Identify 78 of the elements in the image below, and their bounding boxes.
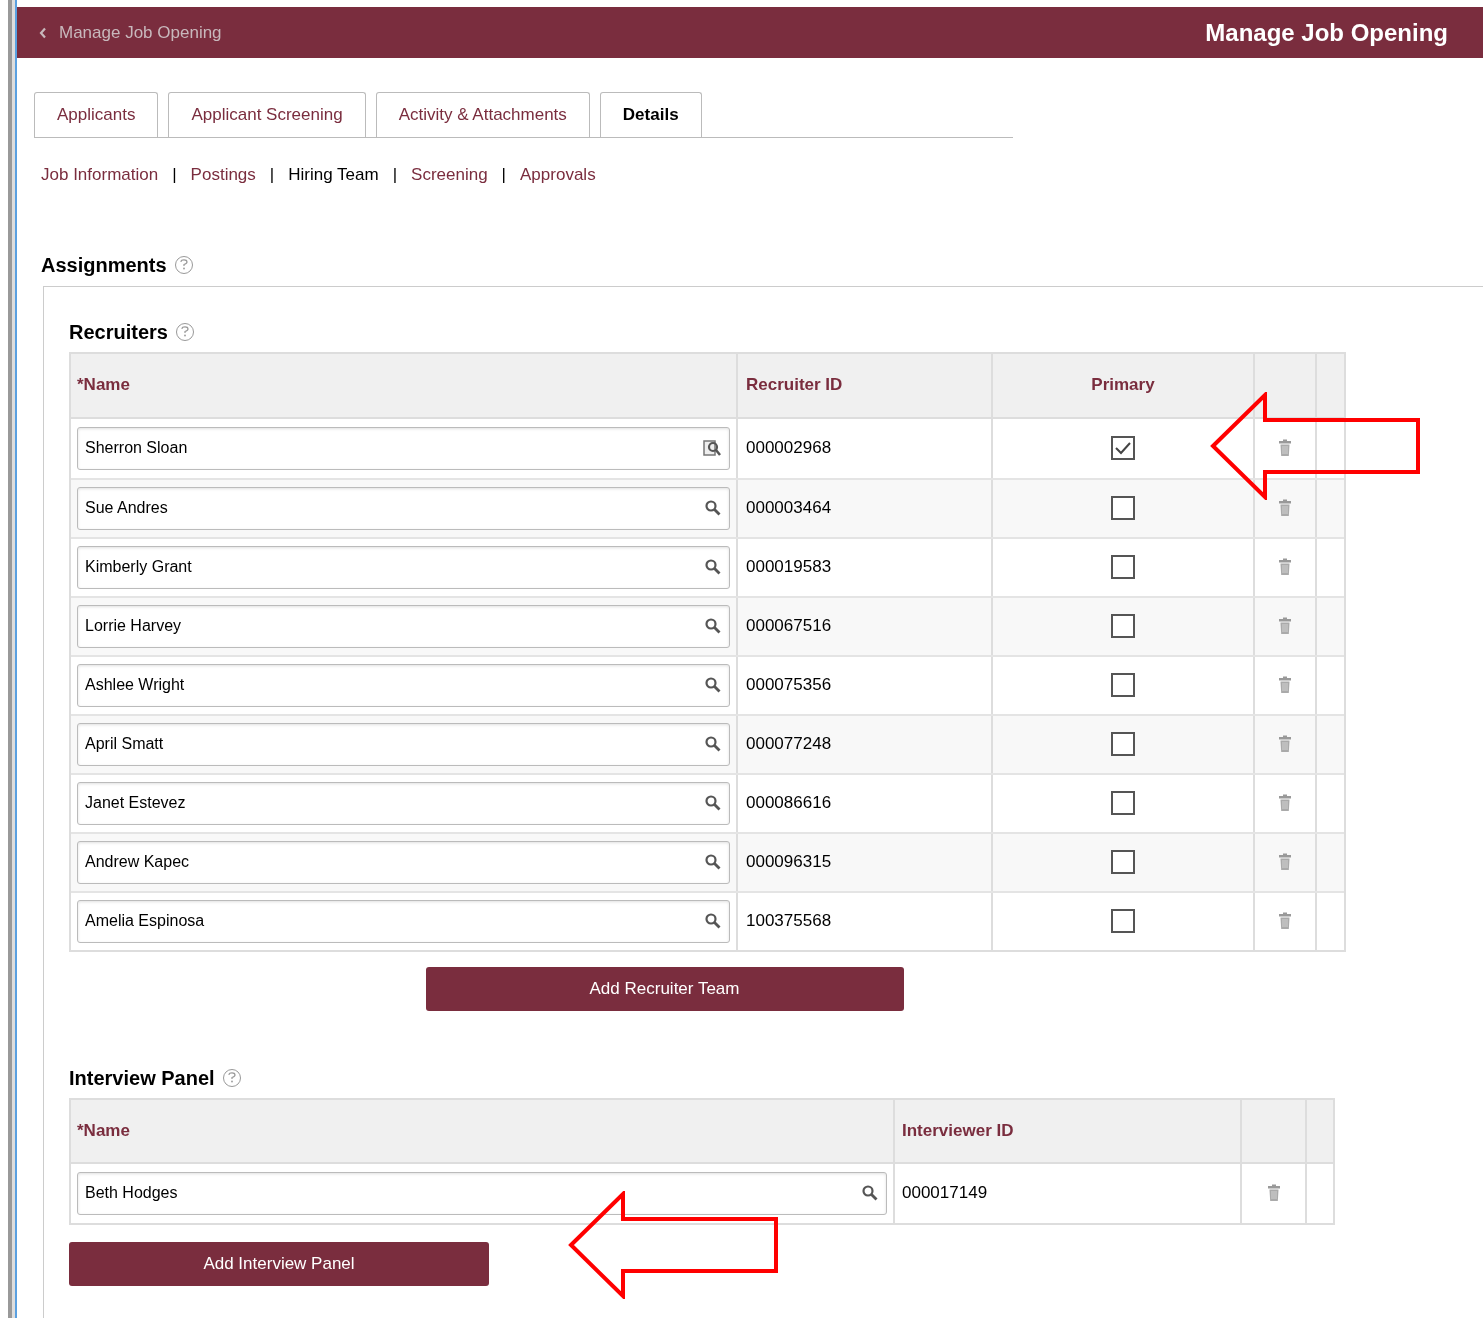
trash-icon[interactable] [1278, 853, 1292, 871]
search-icon[interactable] [861, 1184, 879, 1202]
primary-checkbox[interactable] [1111, 732, 1135, 756]
separator: | [392, 164, 398, 186]
name-value: Ashlee Wright [85, 675, 186, 695]
search-icon[interactable] [704, 676, 722, 694]
primary-checkbox[interactable] [1111, 909, 1135, 933]
primary-checkbox[interactable] [1111, 496, 1135, 520]
name-field[interactable]: Janet Estevez [77, 781, 730, 825]
page-title: Manage Job Opening [1205, 17, 1448, 48]
trash-icon[interactable] [1278, 439, 1292, 457]
back-link[interactable]: Manage Job Opening [39, 19, 222, 46]
primary-checkbox[interactable] [1111, 555, 1135, 579]
search-icon[interactable] [704, 853, 722, 871]
separator: | [501, 164, 507, 186]
trash-icon[interactable] [1266, 1184, 1281, 1202]
name-field[interactable]: Beth Hodges [77, 1171, 887, 1215]
name-value: Beth Hodges [85, 1183, 179, 1203]
lookup-icon[interactable] [702, 438, 722, 458]
table-cell: 000017149 [895, 1163, 1242, 1223]
column-header: *Name [71, 353, 738, 417]
separator: | [269, 164, 275, 186]
add-interview-panel-button[interactable]: Add Interview Panel [69, 1241, 489, 1286]
name-field[interactable]: Kimberly Grant [77, 545, 730, 589]
name-value: April Smatt [85, 734, 165, 754]
subnav-link[interactable]: Job Information [41, 162, 159, 188]
trash-icon[interactable] [1278, 558, 1292, 576]
name-field[interactable]: Andrew Kapec [77, 840, 730, 884]
trash-icon[interactable] [1278, 735, 1292, 753]
name-field[interactable]: Ashlee Wright [77, 663, 730, 707]
section-title: Assignments [41, 252, 167, 278]
column-header: Interviewer ID [895, 1099, 1242, 1162]
tab[interactable]: Activity & Attachments [375, 92, 590, 137]
separator: | [172, 164, 177, 186]
subnav-link[interactable]: Postings [190, 162, 256, 188]
name-field[interactable]: April Smatt [77, 722, 730, 766]
primary-checkbox[interactable] [1111, 436, 1135, 460]
trash-icon[interactable] [1278, 676, 1292, 694]
trash-icon[interactable] [1278, 794, 1292, 812]
section-title: Recruiters [69, 319, 168, 345]
chevron-left-icon [39, 26, 47, 39]
primary-checkbox[interactable] [1111, 791, 1135, 815]
tab[interactable]: Applicant Screening [168, 92, 366, 137]
add-recruiter-team-button[interactable]: Add Recruiter Team [425, 966, 904, 1011]
column-header: Primary [993, 353, 1255, 417]
check-icon [1114, 441, 1132, 455]
name-value: Kimberly Grant [85, 557, 193, 577]
trash-icon[interactable] [1278, 912, 1292, 930]
column-header: Recruiter ID [738, 353, 993, 417]
search-icon[interactable] [704, 617, 722, 635]
section-title: Interview Panel [69, 1065, 215, 1091]
primary-checkbox[interactable] [1111, 850, 1135, 874]
search-icon[interactable] [704, 912, 722, 930]
name-value: Sherron Sloan [85, 438, 189, 458]
name-value: Lorrie Harvey [85, 616, 183, 636]
subnav-link[interactable]: Hiring Team [288, 162, 379, 188]
name-field[interactable]: Sherron Sloan [77, 426, 730, 470]
subnav-link[interactable]: Approvals [520, 162, 596, 188]
trash-icon[interactable] [1278, 499, 1292, 517]
name-value: Amelia Espinosa [85, 911, 206, 931]
primary-checkbox[interactable] [1111, 673, 1135, 697]
trash-icon[interactable] [1278, 617, 1292, 635]
search-icon[interactable] [704, 558, 722, 576]
name-value: Sue Andres [85, 498, 169, 518]
tab[interactable]: Details [599, 92, 702, 137]
primary-checkbox[interactable] [1111, 614, 1135, 638]
name-field[interactable]: Amelia Espinosa [77, 899, 730, 943]
name-value: Janet Estevez [85, 793, 187, 813]
tab[interactable]: Applicants [34, 92, 159, 137]
search-icon[interactable] [704, 735, 722, 753]
column-header: *Name [71, 1099, 895, 1162]
name-field[interactable]: Sue Andres [77, 486, 730, 530]
table-cell: 100375568 [738, 892, 993, 950]
search-icon[interactable] [704, 499, 722, 517]
name-field[interactable]: Lorrie Harvey [77, 604, 730, 648]
search-icon[interactable] [704, 794, 722, 812]
name-value: Andrew Kapec [85, 852, 191, 872]
subnav-link[interactable]: Screening [411, 162, 488, 188]
